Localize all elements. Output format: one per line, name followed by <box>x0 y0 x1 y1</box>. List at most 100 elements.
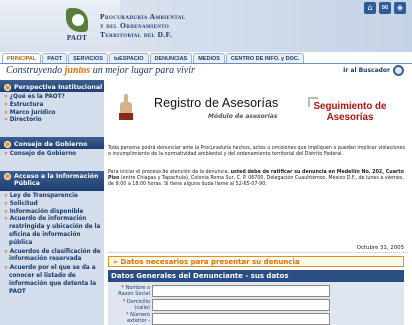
tab-principal[interactable]: PRINCIPAL <box>2 53 42 63</box>
bullet-icon: » <box>4 109 8 116</box>
sidebar-list-acceso: » Ley de Transparencia » Solicitud » Inform… <box>0 191 104 301</box>
bullet-icon: » <box>4 216 8 223</box>
form-subtitle: Datos Generales del Denunciante - sus da… <box>108 270 404 282</box>
org-name-line-1: Procuraduría Ambiental <box>100 12 186 21</box>
bullet-icon: » <box>113 258 118 266</box>
bullet-icon: » <box>4 265 8 272</box>
sidebar-item-label: Ley de Transparencia <box>9 192 78 199</box>
paot-logo[interactable]: PAOT <box>62 6 92 46</box>
section-bullet-icon <box>4 83 11 91</box>
sidebar-item-acuerdo-restringida[interactable]: » Acuerdo de información restringida y ub… <box>4 216 104 247</box>
slogan: Construyendo juntos un mejor lugar para … <box>6 65 195 76</box>
header-icons: ⌂ ✉ ◈ <box>364 2 406 14</box>
sidebar-item-directorio[interactable]: » Directorio <box>4 117 104 125</box>
tab-medios[interactable]: MEDIOS <box>193 53 225 63</box>
tab-denuncias[interactable]: DENUNCIAS <box>149 53 193 63</box>
site-header: PAOT Procuraduría Ambiental y del Ordena… <box>0 0 412 52</box>
main-content: Registro de Asesorías Módulo de asesoría… <box>108 80 412 325</box>
sidebar: Perspectiva Institucional » ¿Qué es la PA… <box>0 80 104 325</box>
nombre-field[interactable] <box>152 285 330 297</box>
sidebar-item-label: Acuerdos de clasificación de información… <box>9 248 101 263</box>
sidebar-item-label: ¿Qué es la PAOT? <box>9 94 65 100</box>
field-label-nombre: * Nombre o Razón Social <box>114 285 150 297</box>
intro-paragraph: Toda persona podrá denunciar ante la Pro… <box>108 146 405 157</box>
tab-tuespacio[interactable]: tuESPACIO <box>108 53 149 63</box>
sidebar-item-estructura[interactable]: » Estructura <box>4 102 104 110</box>
org-name-line-2: y del Ordenamiento <box>100 21 170 30</box>
sidebar-item-acuerdos-clasificacion[interactable]: » Acuerdos de clasificación de informació… <box>4 249 104 265</box>
form-section-title-text: Datos necesarios para presentar su denun… <box>120 258 300 266</box>
sidebar-list-consejo: » Consejo de Gobierno <box>0 149 104 163</box>
sidebar-list-perspectiva: » ¿Qué es la PAOT? » Estructura » Marco Jur… <box>0 92 104 129</box>
tab-servicios[interactable]: SERVICIOS <box>68 53 108 63</box>
bullet-icon: » <box>4 101 8 108</box>
instructions-text-start: Para iniciar el proceso de atención de l… <box>108 170 231 175</box>
field-label-text: Domicilio (calle) <box>126 299 150 311</box>
section-bullet-icon <box>4 172 11 180</box>
current-date: Octubre 31, 2005 <box>356 245 404 251</box>
sidebar-item-marco-juridico[interactable]: » Marco Jurídico <box>4 110 104 118</box>
sidebar-section-title: Perspectiva Institucional <box>14 83 103 91</box>
followup-button[interactable]: Seguimiento de Asesorías <box>308 97 388 131</box>
sidebar-item-que-es[interactable]: » ¿Qué es la PAOT? <box>4 94 104 102</box>
sidebar-item-label: Marco Jurídico <box>9 109 56 116</box>
sidebar-section-title: Consejo de Gobierno <box>14 140 88 148</box>
sidebar-item-label: Solicitud <box>9 200 38 207</box>
applicant-form: * Nombre o Razón Social * Domicilio (cal… <box>108 282 404 325</box>
sidebar-section-consejo: Consejo de Gobierno <box>0 137 104 150</box>
bullet-icon: » <box>4 94 8 100</box>
tab-centro-info[interactable]: CENTRO DE INFO. y DOC. <box>225 53 305 63</box>
bullet-icon: » <box>4 151 8 158</box>
pointing-hand-icon <box>118 94 134 120</box>
form-section-title: » Datos necesarios para presentar su denu… <box>108 256 404 267</box>
bullet-icon: » <box>4 200 8 207</box>
page-title: Registro de Asesorías <box>154 96 279 110</box>
field-label-domicilio: * Domicilio (calle) <box>114 299 150 311</box>
slogan-start: Construyendo <box>6 65 65 76</box>
sidebar-item-acuerdo-listado[interactable]: » Acuerdo por el que se da a conocer el l… <box>4 265 104 296</box>
mail-icon[interactable]: ✉ <box>379 2 391 14</box>
sidebar-item-solicitud[interactable]: » Solicitud <box>4 201 104 209</box>
sidebar-item-label: Acuerdo por el que se da a conocer el li… <box>9 265 97 295</box>
field-label-text: Número exterior - interior <box>127 312 150 325</box>
slogan-end: un mejor lugar para vivir <box>90 65 195 76</box>
sidebar-section-perspectiva: Perspectiva Institucional <box>0 80 104 92</box>
followup-button-label: Seguimiento de Asesorías <box>313 101 387 123</box>
main-nav: PRINCIPAL PAOT SERVICIOS tuESPACIO DENUN… <box>0 52 412 64</box>
search-link[interactable]: Ir al Buscador <box>343 67 390 74</box>
sidebar-item-label: Acuerdo de información restringida y ubi… <box>9 216 101 246</box>
sidebar-item-label: Estructura <box>9 101 44 108</box>
org-name-line-3: Territorial del D.F. <box>100 30 173 39</box>
sidebar-item-label: Consejo de Gobierno <box>9 151 77 158</box>
slogan-bar: Construyendo juntos un mejor lugar para … <box>0 64 412 78</box>
bullet-icon: » <box>4 192 8 199</box>
sidebar-item-label: Directorio <box>9 117 42 124</box>
sidebar-item-consejo[interactable]: » Consejo de Gobierno <box>4 151 104 159</box>
bullet-icon: » <box>4 117 8 124</box>
date-row: Octubre 31, 2005 <box>108 245 408 253</box>
sidebar-section-acceso: Acceso a la Información Pública <box>0 170 104 191</box>
sidebar-section-title: Acceso a la Información Pública <box>14 172 99 187</box>
section-bullet-icon <box>4 140 11 148</box>
bullet-icon: » <box>4 208 8 215</box>
sidebar-item-label: Información disponible <box>9 208 84 215</box>
instructions-text-end: (entre Chiapas y Tapachula), Colonia Rom… <box>108 176 404 187</box>
domicilio-field[interactable] <box>152 299 330 311</box>
sidebar-item-ley-transparencia[interactable]: » Ley de Transparencia <box>4 193 104 201</box>
page-subtitle: Módulo de asesorías <box>208 113 278 120</box>
logo-circle-icon <box>72 14 84 26</box>
map-icon[interactable]: ◈ <box>394 2 406 14</box>
org-name: Procuraduría Ambiental y del Ordenamient… <box>100 12 185 39</box>
hand-sleeve <box>119 113 133 120</box>
numero-field[interactable] <box>152 313 330 325</box>
tab-paot[interactable]: PAOT <box>42 53 68 63</box>
bullet-icon: » <box>4 248 8 255</box>
search-icon[interactable] <box>393 65 404 76</box>
home-icon[interactable]: ⌂ <box>364 2 376 14</box>
instructions-paragraph: Para iniciar el proceso de atención de l… <box>108 170 408 188</box>
field-label-numero: * Número exterior - interior <box>114 312 150 325</box>
logo-text: PAOT <box>66 34 88 42</box>
slogan-highlight: juntos <box>64 65 91 76</box>
